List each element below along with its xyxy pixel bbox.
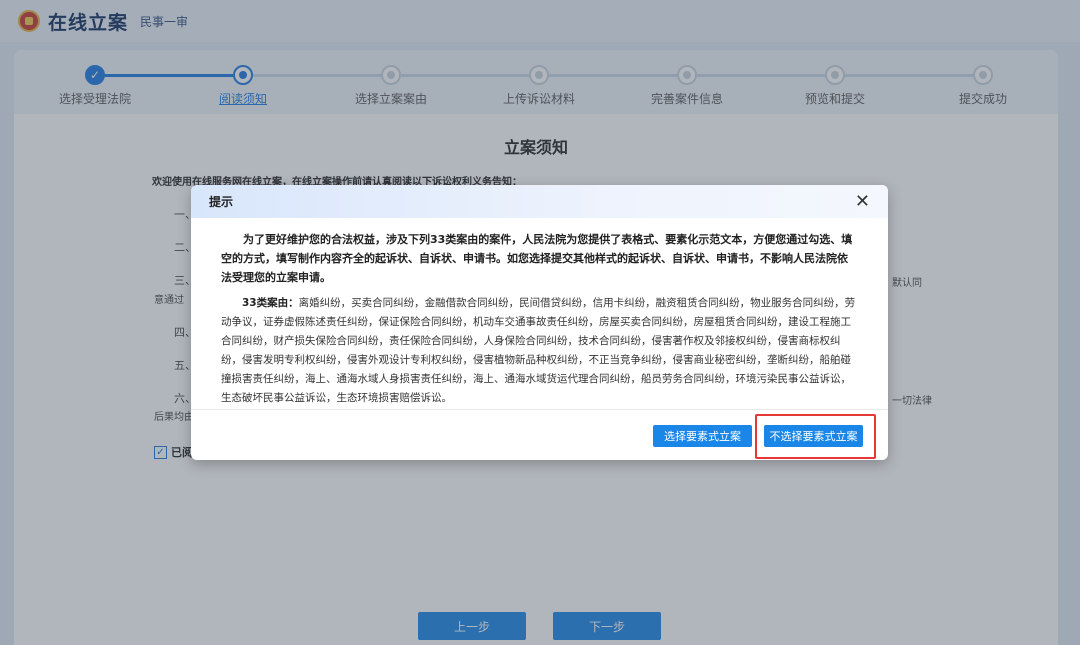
- select-element-filing-button[interactable]: 选择要素式立案: [653, 425, 752, 447]
- dialog-cases-paragraph: 33类案由：离婚纠纷，买卖合同纠纷，金融借款合同纠纷，民间借贷纠纷，信用卡纠纷，…: [221, 294, 858, 408]
- dialog-title: 提示: [209, 195, 234, 209]
- dialog-body: 为了更好维护您的合法权益，涉及下列33类案由的案件，人民法院为您提供了表格式、要…: [221, 230, 858, 408]
- close-icon[interactable]: ✕: [855, 192, 870, 211]
- annotation-highlight-box: [755, 414, 876, 459]
- dialog-intro-paragraph: 为了更好维护您的合法权益，涉及下列33类案由的案件，人民法院为您提供了表格式、要…: [221, 233, 853, 284]
- dialog-header: 提示 ✕: [191, 185, 888, 218]
- cases-list: 离婚纠纷，买卖合同纠纷，金融借款合同纠纷，民间借贷纠纷，信用卡纠纷，融资租赁合同…: [221, 297, 856, 404]
- cases-label: 33类案由：: [242, 297, 299, 309]
